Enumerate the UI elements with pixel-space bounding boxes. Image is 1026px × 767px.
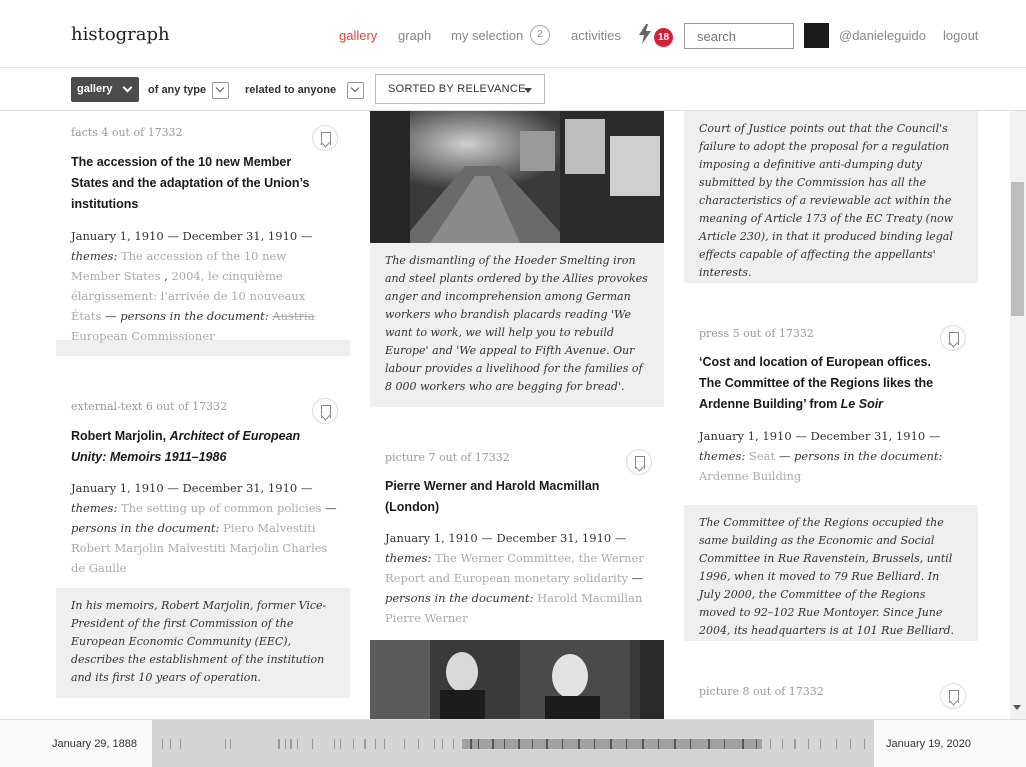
top-navigation-bar: histograph gallery graph my selection 2 … — [0, 0, 1026, 68]
themes-label: themes: — [385, 551, 432, 565]
card-details: January 1, 1910 — December 31, 1910 — th… — [71, 229, 315, 343]
result-card-external-text: external-text 6 out of 17332 Robert Marj… — [56, 384, 350, 699]
card-dates: January 1, 1910 — December 31, 1910 — — [699, 429, 941, 443]
caret-down-icon — [524, 88, 532, 93]
themes-label: themes: — [71, 249, 118, 263]
themes-label: themes: — [699, 449, 746, 463]
werner-macmillan-photo[interactable] — [370, 640, 664, 719]
card-dates: January 1, 1910 — December 31, 1910 — — [385, 531, 627, 545]
timeline-density-bars — [162, 739, 865, 749]
username-link[interactable]: @danieleguido — [839, 28, 926, 43]
card-meta: facts 4 out of 17332 — [71, 126, 183, 139]
user-avatar[interactable] — [804, 23, 829, 48]
person-tag[interactable]: Pierre Werner — [385, 611, 468, 625]
persons-label: — persons in the document: — [105, 309, 269, 323]
person-tag[interactable]: European Commissioner — [71, 329, 215, 343]
timeline-range-selector[interactable] — [152, 720, 874, 767]
card-title[interactable]: Robert Marjolin, Architect of European U… — [71, 426, 331, 468]
result-card-picture: picture 7 out of 17332 Pierre Werner and… — [370, 435, 664, 719]
selection-count-badge: 2 — [530, 25, 550, 45]
bookmark-icon[interactable] — [940, 683, 966, 709]
gallery-grid: facts 4 out of 17332 The accession of th… — [0, 111, 1010, 719]
chevron-down-icon — [122, 82, 133, 93]
filter-bar: gallery of any type related to anyone SO… — [0, 68, 1026, 111]
result-card-picture: picture 8 out of 17332 — [684, 669, 978, 719]
bookmark-icon[interactable] — [626, 449, 652, 475]
card-title[interactable]: Pierre Werner and Harold Macmillan (Lond… — [385, 476, 615, 518]
card-meta: picture 7 out of 17332 — [385, 451, 510, 464]
notification-count-badge[interactable]: 18 — [654, 28, 673, 47]
card-excerpt: In his memoirs, Robert Marjolin, former … — [56, 588, 350, 698]
theme-tag[interactable]: The setting up of common policies — [121, 501, 321, 515]
person-tag[interactable]: Robert Marjolin — [71, 541, 164, 555]
person-tag[interactable]: Piero Malvestiti — [223, 521, 315, 535]
card-title[interactable]: The accession of the 10 new Member State… — [71, 152, 311, 215]
person-tag[interactable]: Marjolin — [229, 541, 278, 555]
search-input[interactable] — [684, 23, 794, 49]
person-tag[interactable]: Austria — [272, 309, 314, 323]
card-title-main: Robert Marjolin, — [71, 429, 170, 443]
themes-label: themes: — [71, 501, 118, 515]
related-filter-chevron-down-icon[interactable] — [347, 82, 364, 99]
theme-tag[interactable]: Seat — [749, 449, 775, 463]
nav-activities-link[interactable]: activities — [571, 28, 621, 43]
lightning-bolt-icon[interactable] — [638, 24, 652, 44]
card-title[interactable]: ‘Cost and location of European offices. … — [699, 352, 949, 415]
bookmark-icon[interactable] — [312, 125, 338, 151]
bookmark-icon[interactable] — [312, 398, 338, 424]
card-dates: January 1, 1910 — December 31, 1910 — — [71, 229, 313, 243]
factory-photo-image — [370, 111, 664, 243]
card-title-main: ‘Cost and location of European offices. … — [699, 355, 934, 411]
card-title-italic: Le Soir — [840, 397, 884, 411]
sort-dropdown[interactable]: SORTED BY RELEVANCE — [375, 74, 545, 104]
view-gallery-label: gallery — [77, 83, 113, 95]
timeline-end-date: January 19, 2020 — [886, 738, 972, 750]
logout-link[interactable]: logout — [943, 28, 978, 43]
card-excerpt: Court of Justice points out that the Cou… — [684, 111, 978, 283]
person-tag[interactable]: Malvestiti — [168, 541, 226, 555]
card-excerpt: The dismantling of the Hoeder Smelting i… — [370, 243, 664, 407]
result-card-press: press 5 out of 17332 ‘Cost and location … — [684, 311, 978, 641]
timeline-start-date: January 29, 1888 — [52, 738, 138, 750]
bookmark-icon[interactable] — [940, 325, 966, 351]
card-meta: press 5 out of 17332 — [699, 327, 814, 340]
brand-logo[interactable]: histograph — [71, 24, 170, 45]
card-details: January 1, 1910 — December 31, 1910 — th… — [699, 426, 964, 486]
related-filter-label[interactable]: related to anyone — [245, 84, 336, 96]
person-tag[interactable]: Harold Macmillan — [537, 591, 642, 605]
nav-graph-link[interactable]: graph — [398, 28, 431, 43]
scrollbar-thumb[interactable] — [1011, 182, 1024, 316]
type-filter-chevron-down-icon[interactable] — [212, 82, 229, 99]
nav-my-selection-link[interactable]: my selection — [451, 28, 523, 43]
persons-label: — persons in the document: — [778, 449, 943, 463]
view-gallery-dropdown[interactable]: gallery — [71, 77, 139, 102]
nav-gallery-link[interactable]: gallery — [339, 28, 377, 43]
card-details: January 1, 1910 — December 31, 1910 — th… — [385, 528, 653, 628]
card-meta: picture 8 out of 17332 — [699, 685, 824, 698]
person-tag[interactable]: Ardenne Building — [699, 469, 801, 483]
card-meta: external-text 6 out of 17332 — [71, 400, 228, 413]
card-details: January 1, 1910 — December 31, 1910 — th… — [71, 478, 339, 578]
werner-macmillan-photo-image — [370, 640, 664, 719]
card-dates: January 1, 1910 — December 31, 1910 — — [71, 481, 313, 495]
factory-photo[interactable] — [370, 111, 664, 243]
card-excerpt: The Committee of the Regions occupied th… — [684, 505, 978, 641]
type-filter-label[interactable]: of any type — [148, 84, 206, 96]
timeline-bar: January 29, 1888 January 19, 2020 — [0, 719, 1026, 767]
result-card-facts: facts 4 out of 17332 The accession of th… — [56, 111, 350, 356]
sort-label: SORTED BY RELEVANCE — [388, 83, 526, 95]
scroll-down-arrow-icon[interactable] — [1013, 705, 1021, 710]
